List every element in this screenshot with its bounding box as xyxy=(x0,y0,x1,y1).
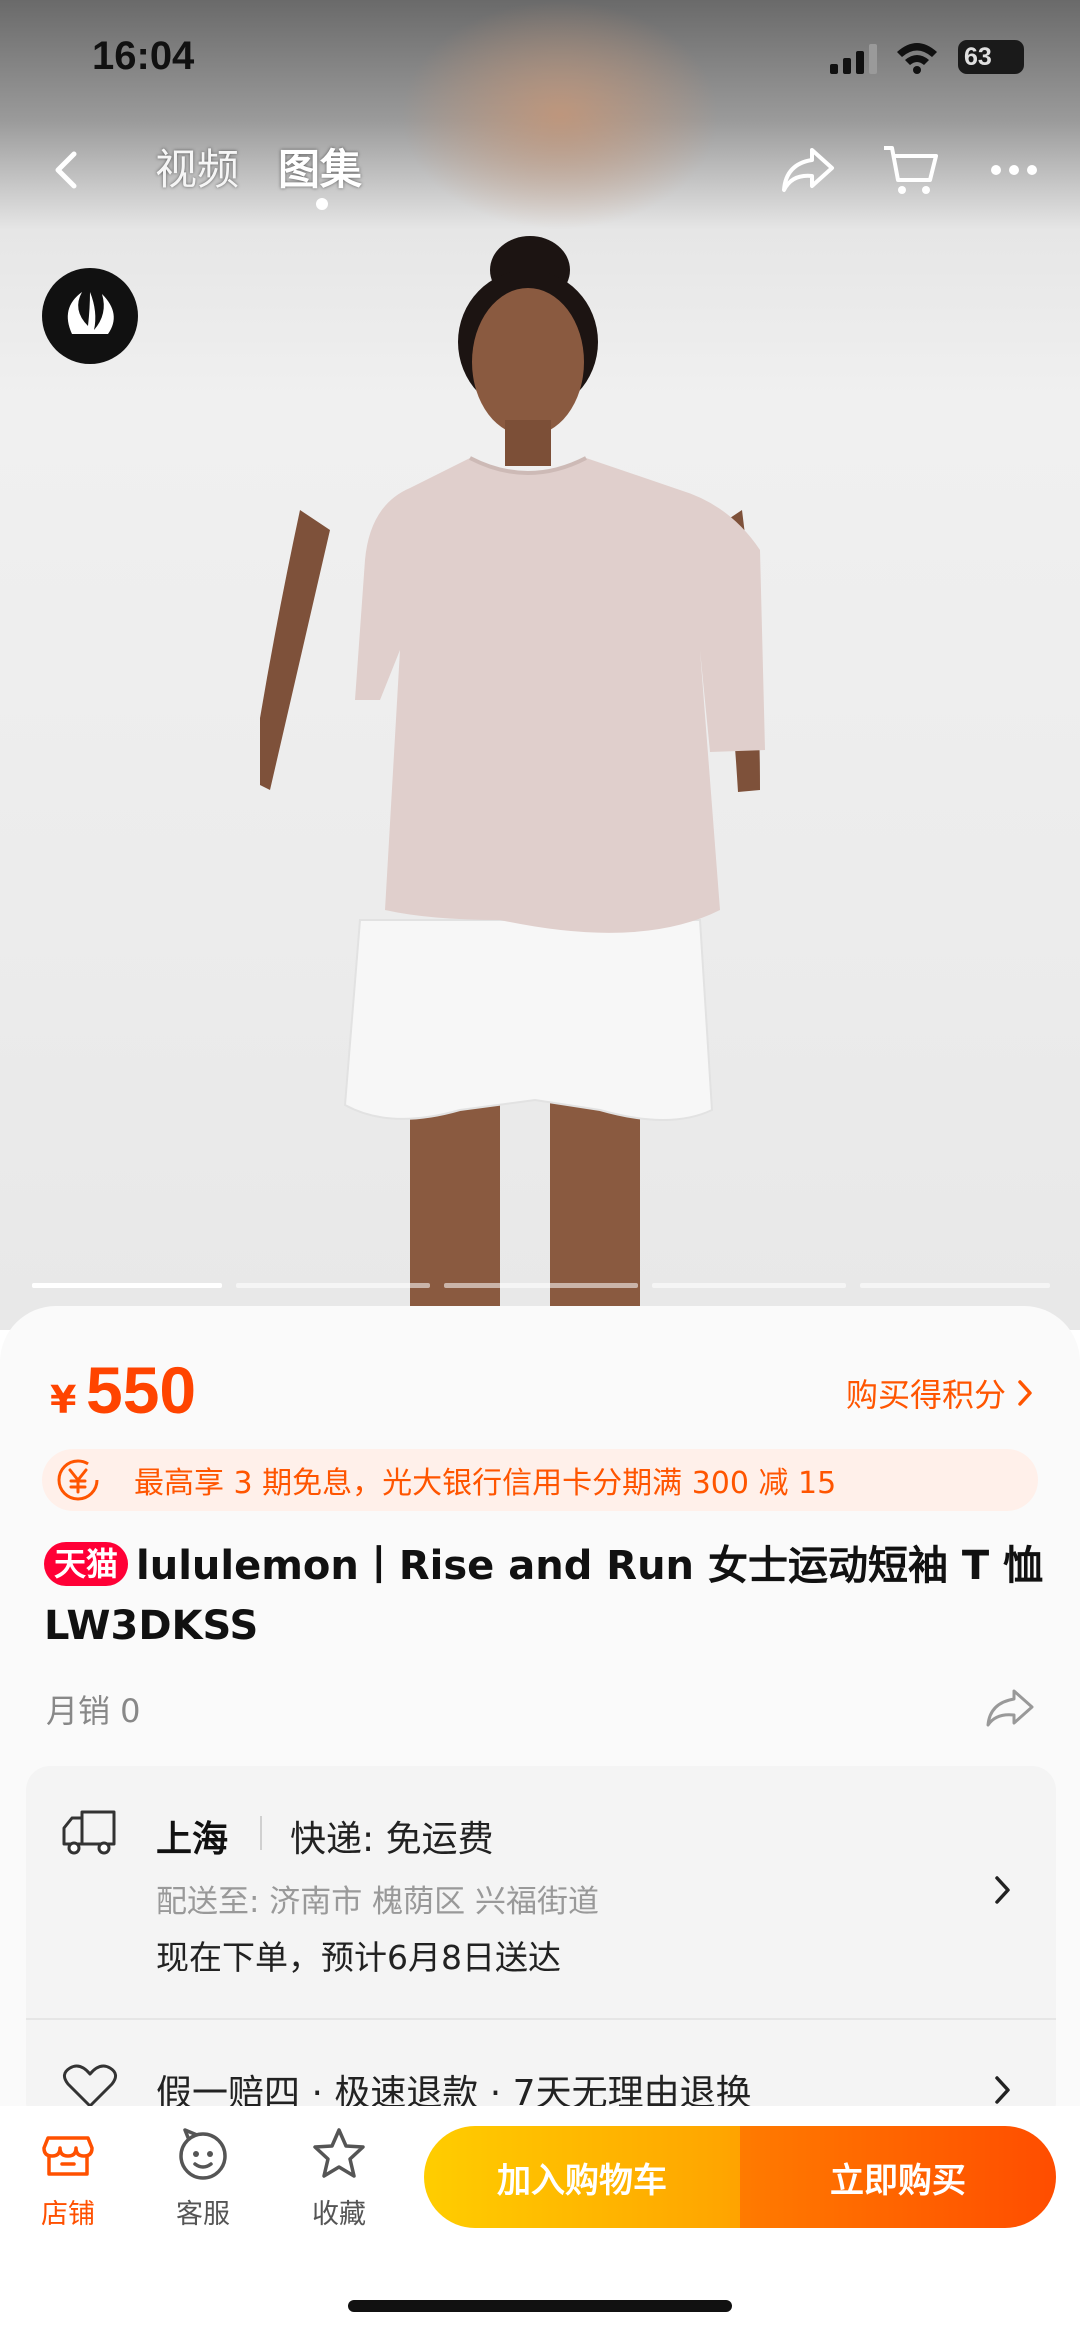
customer-service-label: 客服 xyxy=(176,2199,230,2230)
status-time: 16:04 xyxy=(92,34,195,78)
top-navigation: 视频 图集 xyxy=(0,120,1080,220)
chevron-right-icon xyxy=(995,2076,1010,2104)
home-indicator[interactable] xyxy=(348,2300,732,2312)
store-label: 店铺 xyxy=(41,2199,95,2230)
gallery-pager-3 xyxy=(444,1283,638,1288)
more-options-icon[interactable] xyxy=(982,138,1046,202)
tmall-badge: 天猫 xyxy=(44,1542,129,1586)
divider xyxy=(260,1816,262,1850)
delivery-truck-icon xyxy=(62,1810,116,1855)
brand-logo-icon xyxy=(42,268,138,364)
battery-indicator: 63 xyxy=(958,40,1024,74)
product-title-text: lululemon丨Rise and Run 女士运动短袖 T 恤 LW3DKS… xyxy=(44,1543,1044,1649)
customer-service-button[interactable]: 客服 xyxy=(153,2126,253,2236)
product-price: 550 xyxy=(86,1353,197,1427)
chevron-right-icon xyxy=(1018,1380,1032,1406)
shipping-fee: 快递: 免运费 xyxy=(290,1819,494,1860)
tab-gallery[interactable]: 图集 xyxy=(278,136,362,197)
gallery-pager-2 xyxy=(236,1283,430,1288)
points-link[interactable]: 购买得积分 xyxy=(846,1370,1034,1416)
cellular-signal-icon xyxy=(830,44,877,74)
product-photo-model xyxy=(260,236,765,1310)
store-button[interactable]: 店铺 xyxy=(18,2126,118,2236)
favorite-button[interactable]: 收藏 xyxy=(289,2126,389,2236)
gallery-pager-1 xyxy=(32,1283,222,1288)
installment-promo-banner[interactable]: 最高享 3 期免息，光大银行信用卡分期满 300 减 15 xyxy=(42,1449,1038,1511)
points-link-label: 购买得积分 xyxy=(845,1376,1006,1414)
share-icon[interactable] xyxy=(776,138,840,202)
add-to-cart-button[interactable]: 加入购物车 xyxy=(424,2126,740,2228)
tab-video[interactable]: 视频 xyxy=(155,136,239,197)
heart-shield-icon xyxy=(63,2064,117,2108)
promo-text: 最高享 3 期免息，光大银行信用卡分期满 300 减 15 xyxy=(134,1466,837,1501)
price-currency: ¥ xyxy=(50,1378,77,1422)
ship-from-city: 上海 xyxy=(156,1819,229,1860)
status-bar: 16:04 63 xyxy=(0,0,1080,120)
delivery-eta: 现在下单，预计6月8日送达 xyxy=(156,1938,561,1977)
chevron-right-icon xyxy=(995,1876,1010,1904)
customer-service-icon xyxy=(179,2128,227,2180)
shopping-cart-icon[interactable] xyxy=(878,138,942,202)
store-icon xyxy=(42,2136,94,2176)
gallery-pager-4 xyxy=(652,1283,846,1288)
product-title: 天猫 lululemon丨Rise and Run 女士运动短袖 T 恤 LW3D… xyxy=(44,1536,1044,1656)
back-arrow-icon[interactable] xyxy=(40,140,96,200)
star-icon xyxy=(313,2128,365,2178)
yen-coin-icon xyxy=(57,1459,99,1501)
delivery-address: 配送至: 济南市 槐荫区 兴福街道 xyxy=(156,1884,600,1920)
monthly-sales: 月销 0 xyxy=(46,1692,141,1730)
buy-now-button[interactable]: 立即购买 xyxy=(740,2126,1056,2228)
gallery-pager-5 xyxy=(860,1283,1050,1288)
share-product-icon[interactable] xyxy=(984,1685,1036,1729)
wifi-icon xyxy=(897,43,937,74)
active-tab-indicator xyxy=(316,198,328,210)
favorite-label: 收藏 xyxy=(312,2199,366,2230)
section-divider xyxy=(26,2018,1056,2020)
